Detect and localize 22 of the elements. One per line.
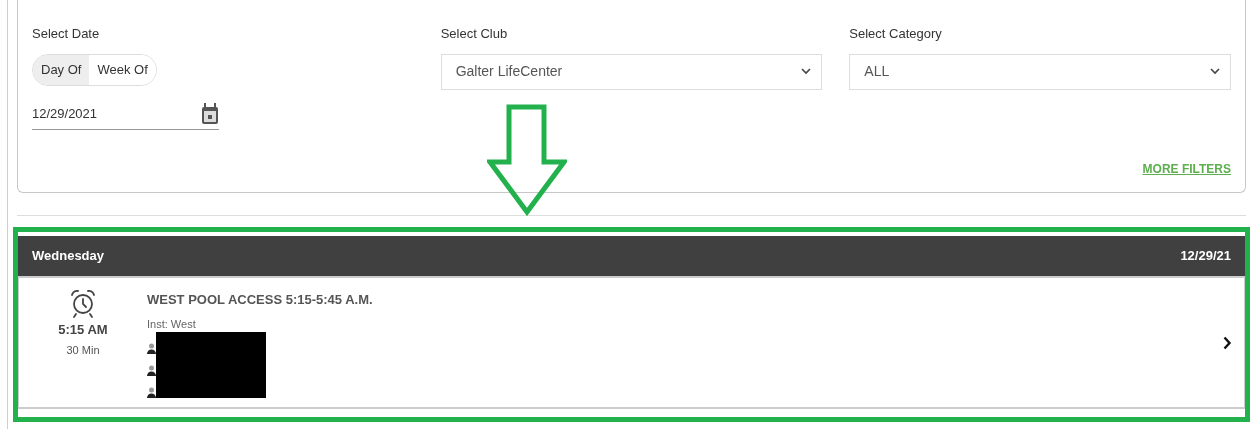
instructor-name: Inst: West — [147, 316, 196, 332]
person-icon — [147, 387, 156, 398]
calendar-icon — [201, 103, 219, 125]
day-name: Wednesday — [32, 247, 104, 266]
class-duration: 30 Min — [66, 342, 100, 358]
select-field[interactable]: ALL — [849, 53, 1231, 90]
alarm-clock-icon — [69, 288, 97, 318]
select-field[interactable]: Galter LifeCenter — [440, 53, 823, 90]
field-label: Select Date — [32, 25, 100, 43]
person-icon — [147, 343, 156, 354]
day-date: 12/29/21 — [1180, 247, 1231, 266]
class-time: 5:15 AM — [58, 321, 108, 339]
class-title: WEST POOL ACCESS 5:15-5:45 A.M. — [147, 291, 373, 309]
chevron-down-icon — [801, 68, 812, 75]
field-label: Select Club — [440, 25, 508, 43]
person-icon — [147, 365, 156, 376]
date-field[interactable]: 12/29/2021 — [32, 99, 219, 130]
toggle-option[interactable]: Day Of — [33, 54, 90, 85]
chevron-right-icon — [1223, 335, 1232, 350]
chevron-down-icon — [1210, 68, 1220, 75]
class-row[interactable]: 5:15 AM 30 Min WEST POOL ACCESS 5:15-5:45 A.M. Inst: West — [18, 278, 1245, 409]
field-label: Select Category — [849, 25, 942, 43]
